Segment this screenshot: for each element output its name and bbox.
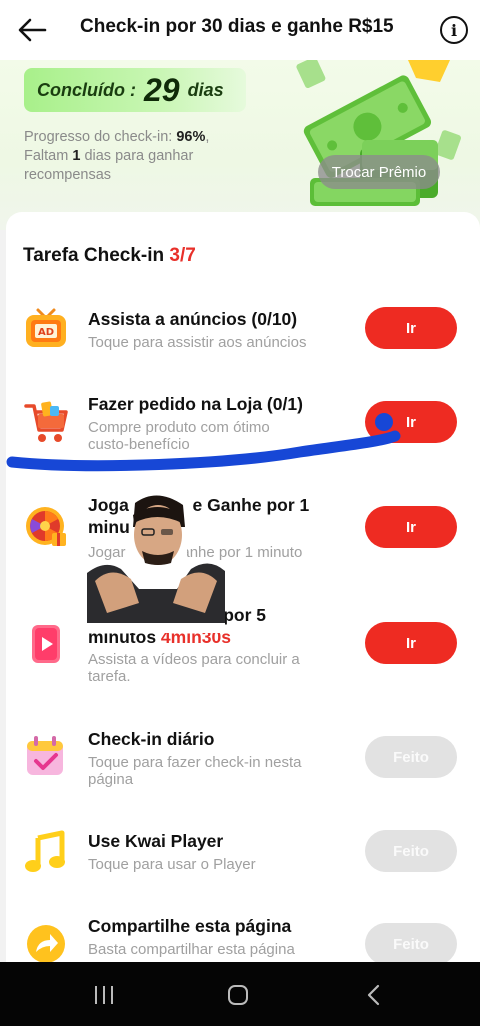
completed-unit: dias: [187, 79, 224, 100]
done-button: Feito: [365, 923, 457, 965]
back-nav-icon[interactable]: [354, 980, 394, 1010]
task-subtitle: Basta compartilhar esta página: [88, 941, 295, 958]
done-button: Feito: [365, 830, 457, 872]
task-heading: Tarefa Check-in 3/7: [23, 245, 196, 267]
back-arrow-icon[interactable]: [14, 12, 50, 48]
money-stack-icon: [296, 60, 461, 206]
go-button[interactable]: Ir: [365, 506, 457, 548]
go-button[interactable]: Ir: [365, 622, 457, 664]
hero-banner: Concluído : 29 dias Progresso do check-i…: [0, 60, 480, 230]
system-navigation-bar: [0, 962, 480, 1026]
task-subtitle: Toque para fazer check-in nesta página: [88, 754, 302, 788]
task-subtitle: Compre produto com ótimo custo-benefício: [88, 419, 270, 453]
go-button[interactable]: Ir: [365, 401, 457, 443]
task-title: Fazer pedido na Loja (0/1): [88, 394, 303, 414]
progress-value: 96%: [176, 129, 206, 145]
svg-text:AD: AD: [38, 327, 54, 338]
progress-prefix: Progresso do check-in:: [24, 129, 177, 145]
task-title: Compartilhe esta página: [88, 916, 292, 936]
music-note-icon: [25, 830, 65, 872]
completed-days: 29: [143, 71, 180, 108]
progress-suffix: ,: [205, 129, 210, 145]
recent-apps-icon[interactable]: [84, 980, 124, 1010]
info-icon[interactable]: i: [440, 16, 468, 44]
home-icon[interactable]: [218, 980, 258, 1010]
top-header: Check-in por 30 dias e ganhe R$15 i: [0, 0, 480, 60]
person-video-overlay: [87, 493, 225, 633]
calendar-check-icon: [27, 736, 63, 775]
task-heading-label: Tarefa Check-in: [23, 245, 170, 266]
ad-tv-icon: AD: [26, 308, 66, 347]
task-subtitle: Toque para assistir aos anúncios: [88, 334, 307, 351]
task-title: Use Kwai Player: [88, 831, 224, 851]
trade-prize-button[interactable]: Trocar Prêmio: [318, 155, 440, 189]
task-title: Check-in diário: [88, 729, 215, 749]
done-button: Feito: [365, 736, 457, 778]
task-subtitle: Toque para usar o Player: [88, 856, 256, 873]
completed-badge: Concluído : 29 dias: [24, 68, 246, 112]
progress-text: Progresso do check-in: 96%, Faltam 1 dia…: [24, 128, 264, 185]
prize-wheel-icon: [26, 507, 66, 546]
task-subtitle: Assista a vídeos para concluir a tarefa.: [88, 651, 300, 685]
remaining-prefix: Faltam: [24, 148, 73, 164]
shopping-cart-icon: [24, 401, 68, 442]
go-button[interactable]: Ir: [365, 307, 457, 349]
share-arrow-icon: [27, 925, 65, 963]
task-heading-count: 3/7: [169, 245, 196, 266]
page-title: Check-in por 30 dias e ganhe R$15: [80, 16, 394, 37]
task-title: Assista a anúncios (0/10): [88, 309, 298, 329]
completed-label: Concluído :: [37, 79, 136, 100]
video-play-icon: [32, 625, 60, 663]
